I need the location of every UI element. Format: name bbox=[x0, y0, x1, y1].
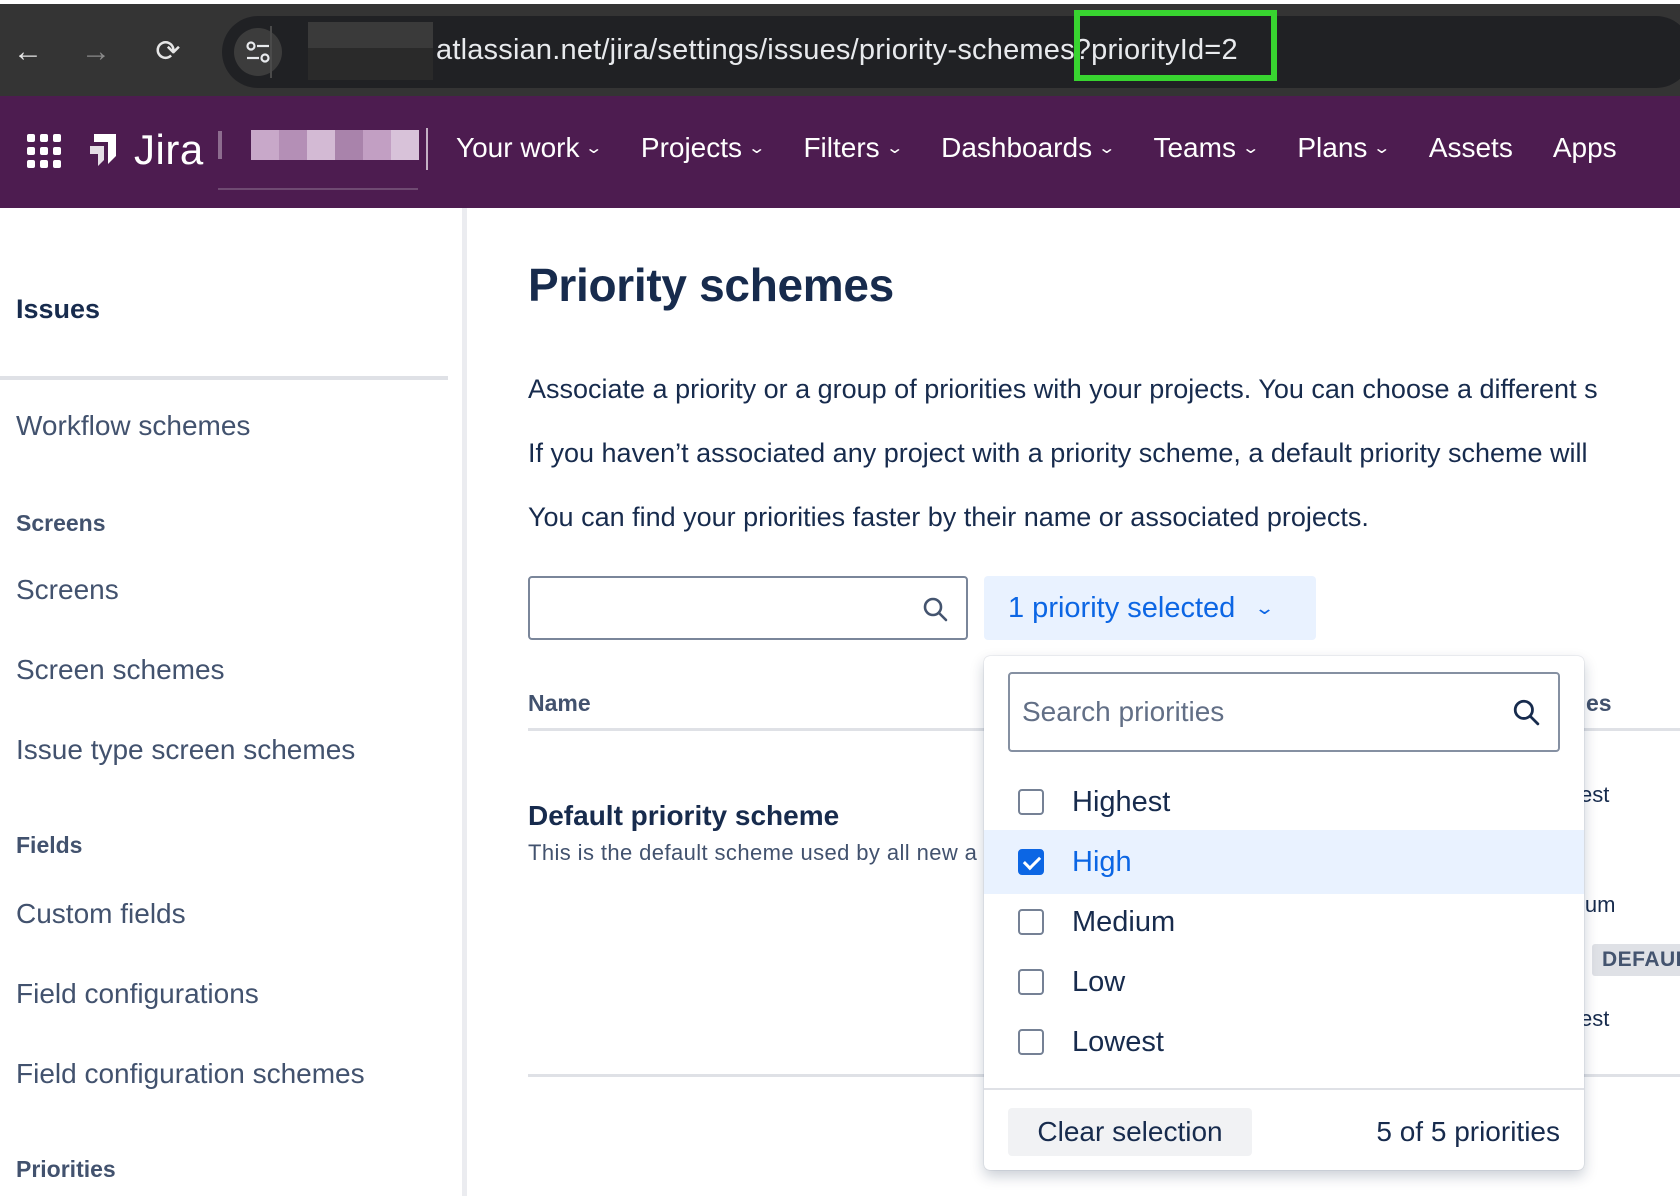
priority-filter-dropdown: Highest High Medium Low Lowest Clear selecti… bbox=[984, 656, 1584, 1170]
scheme-description: This is the default scheme used by all n… bbox=[528, 840, 978, 865]
reload-icon[interactable]: ⟳ bbox=[148, 32, 188, 72]
sidebar-item-field-configurations[interactable]: Field configurations bbox=[16, 978, 259, 1010]
scheme-search-input[interactable] bbox=[528, 576, 968, 640]
sidebar-group-fields: Fields bbox=[16, 832, 83, 858]
nav-item-label: Dashboards bbox=[941, 132, 1093, 163]
sidebar-border bbox=[462, 208, 467, 1196]
sidebar-item-issue-type-screen-schemes[interactable]: Issue type screen schemes bbox=[16, 734, 355, 766]
nav-item-label: Plans bbox=[1297, 132, 1368, 163]
page-title: Priority schemes bbox=[528, 259, 894, 311]
redacted-site-name bbox=[251, 130, 419, 160]
nav-item-label: Projects bbox=[640, 132, 743, 163]
chevron-down-icon: ⌄ bbox=[885, 140, 904, 157]
logo-separator bbox=[218, 131, 222, 159]
priority-search-input[interactable] bbox=[1022, 690, 1502, 734]
checkbox-icon[interactable] bbox=[1018, 1029, 1044, 1055]
app-switcher-grid-icon[interactable] bbox=[27, 134, 61, 168]
nav-item-your-work[interactable]: Your work ⌄ bbox=[456, 132, 604, 164]
nav-item-label: Apps bbox=[1552, 132, 1617, 163]
priority-option-highest[interactable]: Highest bbox=[984, 770, 1584, 834]
default-lozenge: DEFAULT bbox=[1592, 944, 1680, 976]
chevron-down-icon: ⌄ bbox=[584, 140, 604, 157]
sidebar-group-screens: Screens bbox=[16, 510, 106, 536]
nav-item-projects[interactable]: Projects ⌄ bbox=[640, 132, 767, 164]
browser-toolbar: ← → ⟳ atlassian.net/jira/settings/issues… bbox=[0, 0, 1680, 96]
priority-filter-button[interactable]: 1 priority selected ⌄ bbox=[984, 576, 1316, 640]
sidebar-item-custom-fields[interactable]: Custom fields bbox=[16, 898, 186, 930]
nav-item-filters[interactable]: Filters ⌄ bbox=[803, 132, 904, 164]
url-param-highlight bbox=[1074, 10, 1277, 81]
priority-list-item-partial: est bbox=[1580, 782, 1610, 807]
popup-footer-divider bbox=[984, 1088, 1584, 1090]
sidebar-heading: Issues bbox=[16, 294, 101, 324]
nav-item-label: Assets bbox=[1428, 132, 1513, 163]
clear-selection-button[interactable]: Clear selection bbox=[1008, 1108, 1252, 1156]
jira-logo[interactable]: Jira bbox=[86, 126, 204, 174]
jira-top-nav: Jira Your work ⌄ Projects ⌄ Filters ⌄ Dashboar… bbox=[0, 96, 1680, 208]
nav-item-label: Your work bbox=[456, 132, 580, 163]
chevron-down-icon: ⌄ bbox=[1241, 140, 1261, 157]
description-paragraph-3: You can find your priorities faster by t… bbox=[528, 502, 1369, 532]
sidebar-item-screen-schemes[interactable]: Screen schemes bbox=[16, 654, 225, 686]
nav-item-dashboards[interactable]: Dashboards ⌄ bbox=[941, 132, 1117, 164]
checkbox-icon[interactable] bbox=[1018, 789, 1044, 815]
redacted-subdomain bbox=[308, 22, 433, 80]
jira-mark-icon bbox=[90, 134, 116, 166]
search-icon bbox=[923, 597, 948, 622]
checkbox-icon[interactable] bbox=[1018, 909, 1044, 935]
nav-item-assets[interactable]: Assets bbox=[1429, 132, 1513, 164]
back-arrow-icon[interactable]: ← bbox=[8, 32, 48, 72]
column-header-name[interactable]: Name bbox=[528, 690, 591, 717]
checkbox-checked-icon[interactable] bbox=[1018, 849, 1044, 875]
priority-option-lowest[interactable]: Lowest bbox=[984, 1010, 1584, 1074]
product-name: Jira bbox=[134, 126, 204, 173]
nav-item-apps[interactable]: Apps bbox=[1553, 132, 1617, 164]
checkbox-icon[interactable] bbox=[1018, 969, 1044, 995]
priority-option-label: Low bbox=[1072, 965, 1126, 998]
sidebar-group-priorities: Priorities bbox=[16, 1156, 116, 1182]
chevron-down-icon: ⌄ bbox=[1254, 597, 1276, 618]
nav-item-label: Teams bbox=[1153, 132, 1236, 163]
forward-arrow-icon[interactable]: → bbox=[76, 32, 116, 72]
sidebar-item-workflow-schemes[interactable]: Workflow schemes bbox=[16, 410, 250, 442]
chevron-down-icon: ⌄ bbox=[1372, 140, 1392, 157]
column-header-priorities-partial: es bbox=[1586, 690, 1612, 716]
nav-item-label: Filters bbox=[803, 132, 880, 163]
chevron-down-icon: ⌄ bbox=[747, 140, 767, 157]
chevron-down-icon: ⌄ bbox=[1097, 140, 1117, 157]
site-settings-icon[interactable] bbox=[234, 28, 282, 76]
priority-option-label: Lowest bbox=[1072, 1025, 1164, 1058]
priority-option-label: High bbox=[1072, 845, 1132, 878]
search-icon bbox=[1513, 699, 1540, 726]
nav-separator bbox=[426, 128, 428, 170]
nav-item-teams[interactable]: Teams ⌄ bbox=[1153, 132, 1261, 164]
scheme-name-link[interactable]: Default priority scheme bbox=[528, 800, 839, 832]
priority-option-label: Highest bbox=[1072, 785, 1171, 818]
priority-option-low[interactable]: Low bbox=[984, 950, 1584, 1014]
priority-option-label: Medium bbox=[1072, 905, 1176, 938]
priority-list-item-partial: ium bbox=[1580, 892, 1616, 917]
priority-list-item-partial: est bbox=[1580, 1006, 1610, 1031]
sidebar-item-screens[interactable]: Screens bbox=[16, 574, 119, 606]
nav-item-plans[interactable]: Plans ⌄ bbox=[1297, 132, 1391, 164]
priority-option-medium[interactable]: Medium bbox=[984, 890, 1584, 954]
omnibox-divider bbox=[270, 26, 272, 78]
description-paragraph-1: Associate a priority or a group of prior… bbox=[528, 374, 1598, 404]
settings-sidebar: Issues Workflow schemes Screens Screens … bbox=[0, 208, 464, 1196]
priority-filter-label: 1 priority selected bbox=[1008, 591, 1236, 624]
site-underline bbox=[218, 188, 418, 190]
priority-search-field[interactable] bbox=[1008, 672, 1560, 752]
sidebar-item-field-configuration-schemes[interactable]: Field configuration schemes bbox=[16, 1058, 365, 1090]
priority-option-high[interactable]: High bbox=[984, 830, 1584, 894]
priorities-count: 5 of 5 priorities bbox=[1376, 1116, 1560, 1147]
sidebar-divider bbox=[0, 376, 448, 380]
nav-menu: Your work ⌄ Projects ⌄ Filters ⌄ Dashboards ⌄ Te… bbox=[456, 132, 1657, 164]
description-paragraph-2: If you haven’t associated any project wi… bbox=[528, 438, 1588, 468]
